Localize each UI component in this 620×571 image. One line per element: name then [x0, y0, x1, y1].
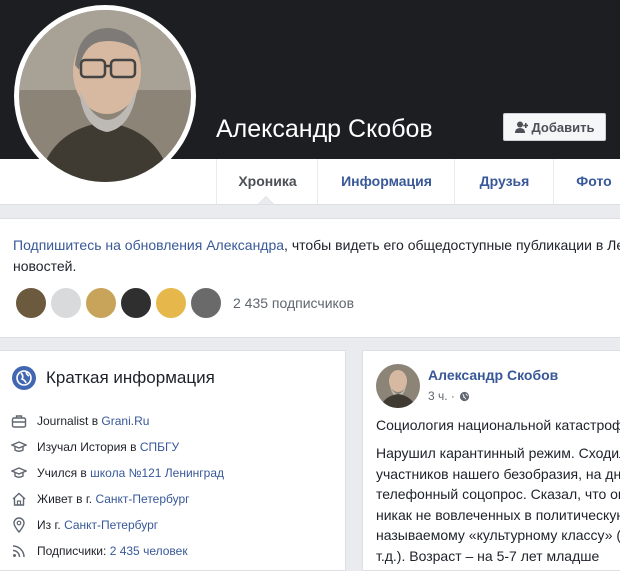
intro-row-text: Живет в г.	[37, 492, 93, 506]
intro-row-text: Учился в	[37, 466, 87, 480]
follower-avatar[interactable]	[49, 286, 83, 320]
post-line: т.д.). Возраст – на 5-7 лет младше	[376, 547, 600, 564]
add-friend-button[interactable]: Добавить	[503, 113, 606, 141]
rss-icon	[12, 545, 25, 558]
follower-avatar[interactable]	[119, 286, 153, 320]
active-tab-indicator-fill	[259, 197, 273, 204]
intro-row-link[interactable]: СПБГУ	[140, 440, 179, 454]
tab-friends[interactable]: Друзья	[454, 159, 554, 204]
intro-row-text: Из г.	[37, 518, 61, 532]
graduation-cap-icon	[11, 441, 27, 452]
intro-row-link[interactable]: школа №121 Ленинград	[90, 466, 224, 480]
intro-row-text: Изучал История в	[37, 440, 137, 454]
globe-icon	[12, 366, 36, 390]
add-friend-label: Добавить	[531, 119, 595, 135]
profile-photo-image	[19, 10, 191, 182]
follower-avatar[interactable]	[189, 286, 223, 320]
intro-row-text: Journalist в	[37, 414, 99, 428]
post-line: Нарушил карантинный режим. Сходил к одно…	[376, 445, 620, 461]
globe-privacy-icon[interactable]	[459, 391, 470, 402]
intro-row-from: Из г. Санкт-Петербург	[11, 515, 158, 535]
follow-prompt-rest: , чтобы видеть его общедоступные публика…	[284, 237, 620, 253]
post-line: называемому «культурному классу» (кинозр…	[376, 527, 620, 543]
intro-row-link[interactable]: Санкт-Петербург	[95, 492, 189, 506]
post-line: никак не вовлеченных в политическую жизн…	[376, 506, 620, 523]
follower-avatar[interactable]	[154, 286, 188, 320]
location-pin-icon	[13, 517, 25, 533]
follow-link[interactable]: Подпишитесь на обновления Александра	[13, 237, 284, 253]
intro-row-link[interactable]: Grani.Ru	[101, 414, 149, 428]
profile-name[interactable]: Александр Скобов	[216, 115, 433, 144]
intro-row-school: Учился в школа №121 Ленинград	[11, 463, 224, 483]
intro-row-lives: Живет в г. Санкт-Петербург	[11, 489, 190, 509]
tab-about[interactable]: Информация	[317, 159, 455, 204]
post-headline: Социология национальной катастрофы	[376, 417, 620, 433]
followers-strip: 2 435 подписчиков	[14, 285, 354, 321]
intro-card: Краткая информация Journalist в Grani.Ru…	[0, 350, 346, 571]
intro-row-education: Изучал История в СПБГУ	[11, 437, 179, 457]
intro-row-followers: Подписчики: 2 435 человек	[11, 541, 188, 561]
post-author-avatar[interactable]	[376, 364, 420, 408]
follow-prompt-text: Подпишитесь на обновления Александра, чт…	[13, 235, 620, 277]
follower-avatar[interactable]	[14, 286, 48, 320]
home-icon	[12, 492, 26, 506]
follower-avatar[interactable]	[84, 286, 118, 320]
profile-picture[interactable]	[14, 5, 196, 187]
followers-count[interactable]: 2 435 подписчиков	[233, 295, 354, 311]
tab-photos[interactable]: Фото	[553, 159, 620, 204]
briefcase-icon	[11, 415, 27, 428]
post-timestamp[interactable]: 3 ч. ·	[428, 389, 455, 403]
post-meta: 3 ч. ·	[428, 389, 470, 403]
add-person-icon	[514, 121, 528, 133]
graduation-cap-icon	[11, 467, 27, 478]
post-line: телефонный соцопрос. Сказал, что опрошен…	[376, 486, 620, 502]
intro-row-link[interactable]: Санкт-Петербург	[64, 518, 158, 532]
intro-title: Краткая информация	[46, 368, 215, 387]
post-card: Александр Скобов 3 ч. · Социология нацио…	[362, 350, 620, 571]
intro-row-text: Подписчики:	[37, 544, 107, 558]
post-author-name[interactable]: Александр Скобов	[428, 367, 558, 383]
intro-row-work: Journalist в Grani.Ru	[11, 411, 149, 431]
intro-row-link[interactable]: 2 435 человек	[110, 544, 188, 558]
post-body: Нарушил карантинный режим. Сходил к одно…	[376, 443, 620, 566]
follow-prompt: Подпишитесь на обновления Александра, чт…	[0, 218, 620, 338]
post-line: участников нашего безобразия, на днях пр…	[376, 465, 620, 482]
follow-prompt-line2: новостей.	[13, 258, 77, 274]
